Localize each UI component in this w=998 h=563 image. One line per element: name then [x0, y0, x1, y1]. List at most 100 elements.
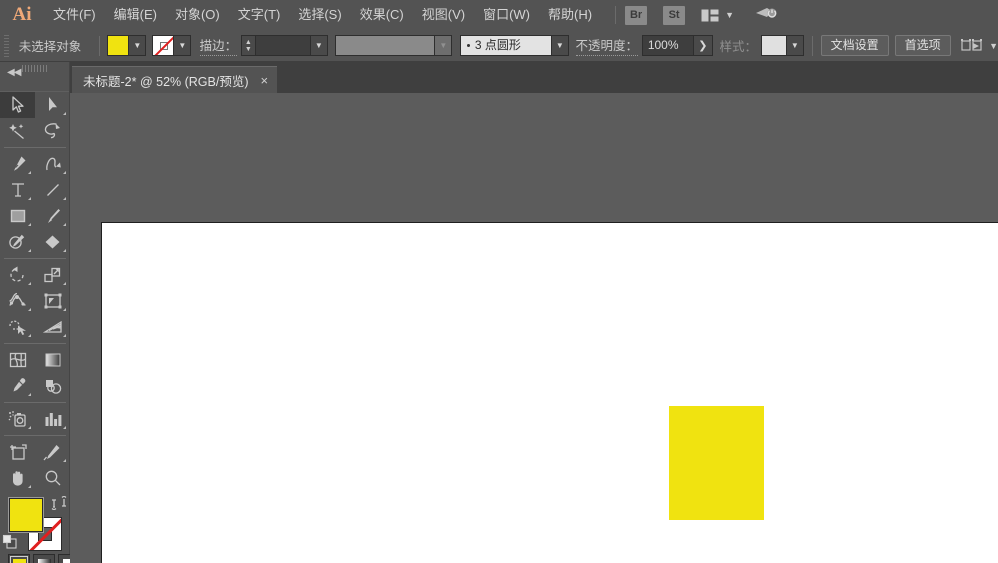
tool-width[interactable]: [0, 288, 35, 314]
tool-lasso[interactable]: [35, 118, 70, 144]
menu-help[interactable]: 帮助(H): [539, 0, 601, 30]
menu-view[interactable]: 视图(V): [413, 0, 474, 30]
color-mode-button[interactable]: [8, 554, 30, 563]
default-fill-stroke-button[interactable]: [2, 534, 18, 555]
rectangle-icon: [10, 209, 25, 223]
document-tab[interactable]: 未标题-2* @ 52% (RGB/预览) ×: [72, 66, 278, 93]
shaper-pencil-icon: [9, 234, 25, 249]
tool-blend[interactable]: [35, 373, 70, 399]
type-icon: [11, 183, 24, 197]
tools-divider-1: [4, 147, 66, 148]
tool-flyout-indicator: [28, 197, 31, 200]
menu-object[interactable]: 对象(O): [166, 0, 229, 30]
tool-magic-wand[interactable]: [0, 118, 35, 144]
tool-gradient[interactable]: [35, 347, 70, 373]
rocket-icon: [755, 7, 777, 18]
tools-panel-header[interactable]: ◀◀: [0, 62, 69, 92]
bridge-button[interactable]: Br: [625, 5, 648, 25]
tool-paintbrush[interactable]: [35, 203, 70, 229]
search-adobe-button[interactable]: [754, 4, 778, 27]
stroke-weight-input[interactable]: [254, 35, 311, 56]
canvas-area[interactable]: [70, 93, 998, 563]
tool-rotate[interactable]: [0, 262, 35, 288]
stroke-weight-stepper[interactable]: ▲ ▼: [240, 35, 255, 56]
tool-type[interactable]: [0, 177, 35, 203]
tool-eraser[interactable]: [35, 229, 70, 255]
gradient-icon: [37, 558, 51, 563]
stroke-swatch-none-icon[interactable]: [152, 35, 175, 56]
menu-effect[interactable]: 效果(C): [351, 0, 413, 30]
tool-eyedropper[interactable]: [0, 373, 35, 399]
tool-flyout-indicator: [63, 171, 66, 174]
tool-shape-builder[interactable]: [0, 314, 35, 340]
fill-swatch[interactable]: [107, 35, 130, 56]
style-control[interactable]: ▼: [760, 35, 804, 56]
stroke-color-control[interactable]: ▼: [152, 35, 192, 56]
swap-fill-stroke-button[interactable]: [51, 495, 67, 515]
tool-slice[interactable]: [35, 439, 70, 465]
document-tab-label: 未标题-2* @ 52% (RGB/预览): [83, 74, 249, 89]
tool-flyout-indicator: [63, 308, 66, 311]
style-dropdown-button[interactable]: ▼: [786, 35, 804, 56]
tool-direct-selection[interactable]: [35, 92, 70, 118]
tool-curvature[interactable]: [35, 151, 70, 177]
tool-hand[interactable]: [0, 465, 35, 491]
blend-icon: [45, 380, 61, 394]
opacity-control[interactable]: 100% ❯: [641, 35, 713, 56]
tool-line-segment[interactable]: [35, 177, 70, 203]
perspective-grid-icon: [42, 320, 62, 333]
stock-button[interactable]: St: [663, 5, 686, 25]
tool-rectangle[interactable]: [0, 203, 35, 229]
stroke-dropdown-button[interactable]: ▼: [174, 35, 192, 56]
yellow-rectangle[interactable]: [669, 406, 764, 520]
tools-divider-4: [4, 402, 66, 403]
menu-edit[interactable]: 编辑(E): [105, 0, 166, 30]
menu-file[interactable]: 文件(F): [44, 0, 105, 30]
tool-free-transform[interactable]: [35, 288, 70, 314]
stroke-weight-control[interactable]: ▲ ▼ ▼: [240, 35, 328, 56]
tool-column-graph[interactable]: [35, 406, 70, 432]
style-swatch[interactable]: [760, 35, 787, 56]
tools-grid: [0, 92, 70, 491]
curvature-icon: [45, 157, 61, 171]
close-icon[interactable]: ×: [261, 74, 269, 87]
stroke-weight-dropdown-button[interactable]: ▼: [310, 35, 328, 56]
tool-scale[interactable]: [35, 262, 70, 288]
collapse-panel-icon[interactable]: ◀◀: [7, 67, 21, 78]
document-setup-button[interactable]: 文档设置: [820, 35, 889, 56]
tool-flyout-indicator: [63, 112, 66, 115]
selection-arrow-icon: [11, 96, 24, 113]
tool-perspective-grid[interactable]: [35, 314, 70, 340]
brush-definition-face[interactable]: 3 点圆形: [459, 35, 552, 56]
align-objects-button[interactable]: ▼: [961, 38, 998, 54]
tool-shaper[interactable]: [0, 229, 35, 255]
opacity-label[interactable]: 不透明度：: [575, 35, 639, 56]
menubar-divider: [615, 6, 617, 24]
opacity-expand-button[interactable]: ❯: [693, 35, 713, 56]
workspace-switcher-button[interactable]: ▼: [701, 9, 734, 22]
opacity-input[interactable]: 100%: [641, 35, 694, 56]
tools-panel-grip[interactable]: [21, 62, 48, 74]
fill-dropdown-button[interactable]: ▼: [129, 35, 147, 56]
mesh-icon: [9, 352, 26, 368]
tool-symbol-sprayer[interactable]: [0, 406, 35, 432]
stroke-weight-label[interactable]: 描边：: [199, 35, 238, 56]
tool-zoom[interactable]: [35, 465, 70, 491]
menu-type[interactable]: 文字(T): [229, 0, 290, 30]
control-bar-grip[interactable]: [2, 34, 9, 57]
preferences-button[interactable]: 首选项: [894, 35, 951, 56]
fill-color-control[interactable]: ▼: [107, 35, 147, 56]
brush-definition-control[interactable]: 3 点圆形 ▼: [459, 35, 569, 56]
brush-dot-icon: [466, 44, 470, 47]
menu-window[interactable]: 窗口(W): [474, 0, 539, 30]
tool-pen[interactable]: [0, 151, 35, 177]
fill-color-box[interactable]: [9, 498, 43, 532]
artboard[interactable]: [101, 222, 998, 563]
tool-mesh[interactable]: [0, 347, 35, 373]
gradient-mode-button[interactable]: [33, 554, 55, 563]
tool-flyout-indicator: [63, 426, 66, 429]
tool-artboard[interactable]: [0, 439, 35, 465]
tool-selection[interactable]: [0, 92, 35, 118]
menu-select[interactable]: 选择(S): [289, 0, 350, 30]
brush-dropdown-button[interactable]: ▼: [551, 35, 569, 56]
